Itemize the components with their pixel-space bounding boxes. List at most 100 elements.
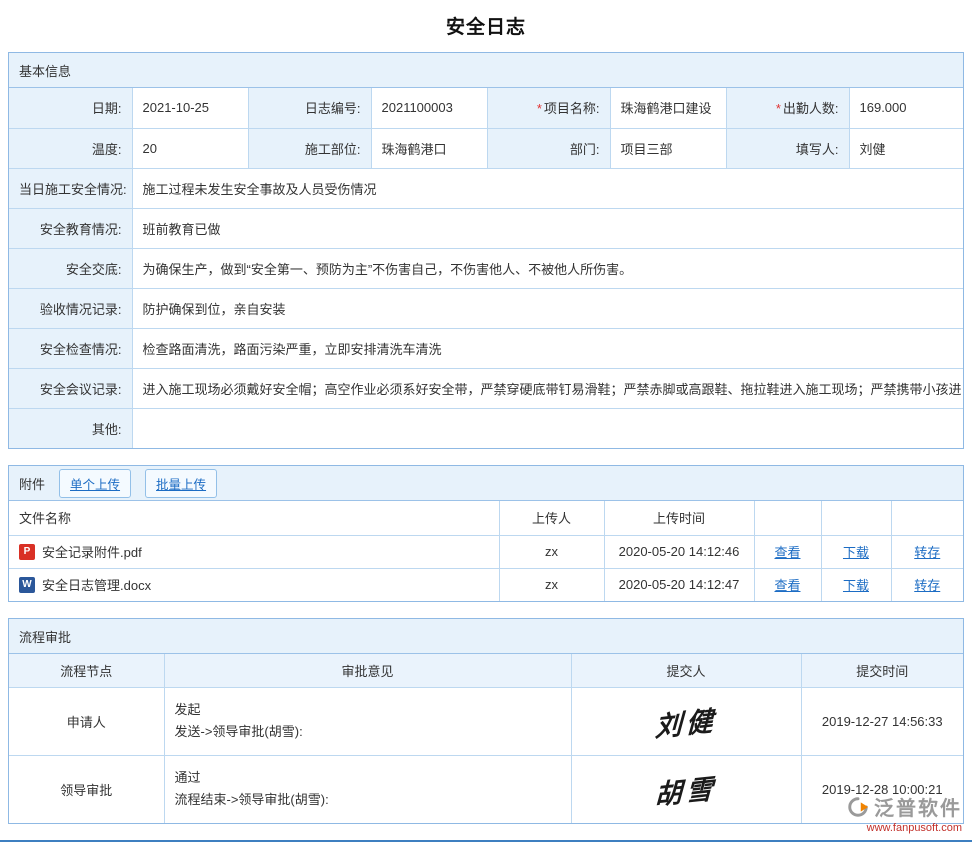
table-row: 安全检查情况: 检查路面清洗，路面污染严重，立即安排清洗车清洗 [9,328,963,368]
opinion-cell: 通过 流程结束->领导审批(胡雪): [164,755,571,823]
download-link[interactable]: 下载 [843,545,869,560]
file-name-cell: W 安全日志管理.docx [19,575,489,594]
column-file-name: 文件名称 [9,501,499,535]
table-row: P 安全记录附件.pdf zx 2020-05-20 14:12:46 查看 下… [9,535,963,568]
acceptance-record-value: 防护确保到位，亲自安装 [132,288,963,328]
basic-info-section: 基本信息 日期: 2021-10-25 日志编号: 2021100003 *项目… [8,52,964,449]
opinion-line: 流程结束->领导审批(胡雪): [175,789,561,811]
field-label: 填写人: [796,142,839,157]
approval-table-header: 流程节点 审批意见 提交人 提交时间 [9,654,963,687]
safety-meeting-label: 安全会议记录: [9,368,132,408]
word-file-icon: W [19,577,35,593]
submitter-signature: 胡雪 [654,766,717,812]
other-label: 其他: [9,408,132,448]
column-uploader: 上传人 [499,501,604,535]
approval-section: 流程审批 流程节点 审批意见 提交人 提交时间 申请人 发起 发送->领导审批(… [8,618,964,824]
writer-label: 填写人: [726,128,849,168]
view-link[interactable]: 查看 [774,545,800,560]
log-number-value: 2021100003 [371,88,487,128]
project-name-value: 珠海鹤港口建设 [610,88,726,128]
column-opinion: 审批意见 [164,654,571,687]
safety-education-label: 安全教育情况: [9,208,132,248]
log-number-label: 日志编号: [248,88,371,128]
view-link[interactable]: 查看 [774,578,800,593]
column-action-3 [891,501,963,535]
uploader: zx [499,568,604,601]
basic-info-table: 日期: 2021-10-25 日志编号: 2021100003 *项目名称: 珠… [9,88,963,448]
footer-brand: 泛普软件 www.fanpusoft.com [847,792,962,834]
table-row: 安全教育情况: 班前教育已做 [9,208,963,248]
attendance-label: *出勤人数: [726,88,849,128]
flow-node: 领导审批 [9,755,164,823]
submitter-signature: 刘健 [654,698,717,744]
attachments-table: 文件名称 上传人 上传时间 P 安全记录附件.pdf zx 2020-05-20… [9,501,963,601]
acceptance-record-label: 验收情况记录: [9,288,132,328]
temperature-value: 20 [132,128,248,168]
required-marker: * [776,101,781,116]
opinion-line: 发起 [175,699,561,721]
table-row: W 安全日志管理.docx zx 2020-05-20 14:12:47 查看 … [9,568,963,601]
table-row: 领导审批 通过 流程结束->领导审批(胡雪): 胡雪 2019-12-28 10… [9,755,963,823]
approval-header-label: 流程审批 [19,627,71,646]
fanpu-logo-icon [847,796,869,818]
column-submit-time: 提交时间 [801,654,963,687]
field-label: 部门: [570,142,600,157]
field-label: 日志编号: [305,101,361,116]
batch-upload-button[interactable]: 批量上传 [145,469,217,498]
department-label: 部门: [487,128,610,168]
opinion-cell: 发起 发送->领导审批(胡雪): [164,687,571,755]
table-row: 其他: [9,408,963,448]
table-row: 温度: 20 施工部位: 珠海鹤港口 部门: 项目三部 填写人: 刘健 [9,128,963,168]
download-link[interactable]: 下载 [843,578,869,593]
date-value: 2021-10-25 [132,88,248,128]
table-row: 安全会议记录: 进入施工现场必须戴好安全帽；高空作业必须系好安全带，严禁穿硬底带… [9,368,963,408]
column-flow-node: 流程节点 [9,654,164,687]
attachments-table-header: 文件名称 上传人 上传时间 [9,501,963,535]
table-row: 日期: 2021-10-25 日志编号: 2021100003 *项目名称: 珠… [9,88,963,128]
basic-info-header-label: 基本信息 [19,61,71,80]
table-row: 申请人 发起 发送->领导审批(胡雪): 刘健 2019-12-27 14:56… [9,687,963,755]
safety-meeting-value: 进入施工现场必须戴好安全帽；高空作业必须系好安全带，严禁穿硬底带钉易滑鞋；严禁赤… [132,368,963,408]
safety-inspection-value: 检查路面清洗，路面污染严重，立即安排清洗车清洗 [132,328,963,368]
save-as-link[interactable]: 转存 [914,545,940,560]
daily-safety-value: 施工过程未发生安全事故及人员受伤情况 [132,168,963,208]
safety-disclosure-label: 安全交底: [9,248,132,288]
department-value: 项目三部 [610,128,726,168]
file-name: 安全记录附件.pdf [42,542,142,561]
brand-url: www.fanpusoft.com [847,822,962,834]
upload-time: 2020-05-20 14:12:46 [604,535,754,568]
uploader: zx [499,535,604,568]
safety-inspection-label: 安全检查情况: [9,328,132,368]
construction-part-value: 珠海鹤港口 [371,128,487,168]
pdf-file-icon: P [19,544,35,560]
table-row: 安全交底: 为确保生产，做到“安全第一、预防为主”不伤害自己，不伤害他人、不被他… [9,248,963,288]
attachments-header: 附件 单个上传 批量上传 [9,466,963,501]
approval-header: 流程审批 [9,619,963,654]
opinion-line: 发送->领导审批(胡雪): [175,721,561,743]
field-label: 温度: [92,142,122,157]
attachments-section: 附件 单个上传 批量上传 文件名称 上传人 上传时间 P 安全记录附件.pdf [8,465,964,602]
field-label: 施工部位: [305,142,361,157]
flow-node: 申请人 [9,687,164,755]
daily-safety-label: 当日施工安全情况: [9,168,132,208]
file-name-cell: P 安全记录附件.pdf [19,542,489,561]
column-upload-time: 上传时间 [604,501,754,535]
safety-education-value: 班前教育已做 [132,208,963,248]
field-label: 项目名称: [544,101,600,116]
column-action-2 [821,501,891,535]
approval-table: 流程节点 审批意见 提交人 提交时间 申请人 发起 发送->领导审批(胡雪): … [9,654,963,823]
single-upload-button[interactable]: 单个上传 [59,469,131,498]
date-label: 日期: [9,88,132,128]
column-submitter: 提交人 [571,654,801,687]
attendance-value: 169.000 [849,88,963,128]
field-label: 日期: [92,101,122,116]
safety-disclosure-value: 为确保生产，做到“安全第一、预防为主”不伤害自己，不伤害他人、不被他人所伤害。 [132,248,963,288]
file-name: 安全日志管理.docx [42,575,151,594]
page-title: 安全日志 [0,0,972,52]
temperature-label: 温度: [9,128,132,168]
save-as-link[interactable]: 转存 [914,578,940,593]
submit-time: 2019-12-27 14:56:33 [801,687,963,755]
required-marker: * [537,101,542,116]
other-value [132,408,963,448]
table-row: 当日施工安全情况: 施工过程未发生安全事故及人员受伤情况 [9,168,963,208]
